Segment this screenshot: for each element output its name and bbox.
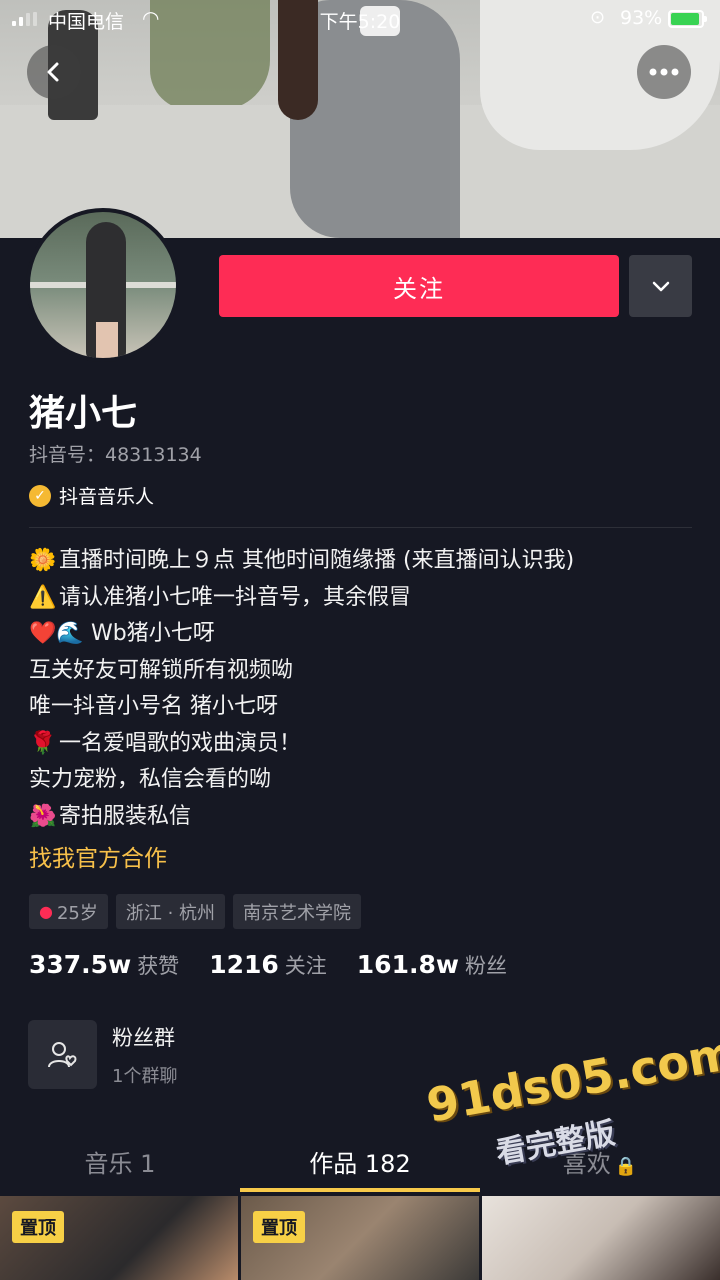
stat-following[interactable]: 1216 关注 — [209, 950, 327, 980]
pinned-badge: 置顶 — [12, 1211, 64, 1243]
tab-indicator — [240, 1188, 480, 1192]
video-thumbnail[interactable]: 置顶 — [0, 1196, 238, 1280]
location-tag: 浙江 · 杭州 — [115, 894, 226, 929]
verified-check-icon: ✓ — [29, 484, 51, 507]
profile-tags: ● 25岁 浙江 · 杭州 南京艺术学院 — [29, 894, 362, 929]
battery-fill — [671, 13, 699, 25]
hibiscus-icon: 🌺 — [29, 803, 57, 829]
video-grid: 置顶 置顶 — [0, 1196, 720, 1280]
more-icon — [649, 68, 679, 76]
more-options-dropdown[interactable] — [629, 255, 692, 317]
fan-group[interactable]: 粉丝群 1个群聊 — [28, 1020, 177, 1089]
avatar[interactable] — [26, 208, 180, 362]
video-thumbnail[interactable]: 置顶 — [241, 1196, 479, 1280]
bio-line: 🌹 一名爱唱歌的戏曲演员！ — [29, 726, 689, 763]
clock: 下午5:20 — [319, 11, 401, 33]
bio-line: 唯一抖音小号名 猪小七呀 — [29, 694, 278, 719]
follow-button[interactable]: 关注 — [219, 255, 619, 317]
orientation-lock-icon: ⊙ — [590, 7, 606, 28]
bio-line: 实力宠粉，私信会看的呦 — [29, 767, 272, 792]
fan-group-subtitle: 1个群聊 — [112, 1065, 178, 1087]
verified-label: 抖音音乐人 — [59, 486, 155, 508]
stat-followers[interactable]: 161.8w 粉丝 — [357, 950, 507, 980]
lock-icon: 🔒 — [614, 1156, 638, 1177]
battery-percent: 93% — [620, 7, 663, 29]
age-tag: ● 25岁 — [29, 894, 108, 929]
pinned-badge: 置顶 — [253, 1211, 305, 1243]
divider — [29, 527, 692, 528]
bio-line: 🌺 寄拍服装私信 — [29, 799, 689, 836]
video-thumbnail[interactable] — [482, 1196, 720, 1280]
bio: 🌼 直播时间晚上９点 其他时间随缘播 (来直播间认识我) ⚠️ 请认准猪小七唯一抖音… — [29, 543, 689, 835]
back-button[interactable] — [27, 45, 81, 99]
female-icon: ● — [39, 902, 53, 921]
avatar-legs — [96, 322, 118, 358]
fan-group-title: 粉丝群 — [112, 1025, 175, 1050]
douyin-id: 抖音号：48313134 — [29, 444, 202, 466]
rose-icon: 🌹 — [29, 730, 57, 756]
stat-likes[interactable]: 337.5w 获赞 — [29, 950, 179, 980]
bio-line: 互关好友可解锁所有视频呦 — [29, 657, 294, 683]
stats-row: 337.5w 获赞 1216 关注 161.8w 粉丝 — [29, 950, 537, 980]
profile-name: 猪小七 — [29, 393, 138, 434]
heart-wave-icon: ❤️🌊 — [29, 621, 84, 646]
status-bar: 中国电信 ◠ 下午5:20 ⊙ 93% — [0, 0, 720, 38]
daisy-icon: 🌼 — [29, 548, 57, 573]
chevron-down-icon — [652, 281, 669, 292]
verified-badge: ✓ 抖音音乐人 — [29, 482, 154, 509]
battery-icon — [668, 10, 707, 28]
tab-works[interactable]: 作品 182 — [240, 1144, 480, 1179]
bio-line: 🌼 直播时间晚上９点 其他时间随缘播 (来直播间认识我) — [29, 543, 689, 580]
bio-line: ⚠️ 请认准猪小七唯一抖音号，其余假冒 — [29, 580, 689, 617]
cooperate-link[interactable]: 找我官方合作 — [29, 839, 167, 873]
tab-music[interactable]: 音乐 1 — [0, 1144, 240, 1179]
more-button[interactable] — [637, 45, 691, 99]
fan-group-icon — [28, 1020, 97, 1089]
bio-line: ❤️🌊 Wb猪小七呀 — [29, 616, 689, 653]
back-icon — [47, 62, 59, 82]
school-tag: 南京艺术学院 — [233, 894, 362, 929]
warning-icon: ⚠️ — [29, 584, 57, 610]
